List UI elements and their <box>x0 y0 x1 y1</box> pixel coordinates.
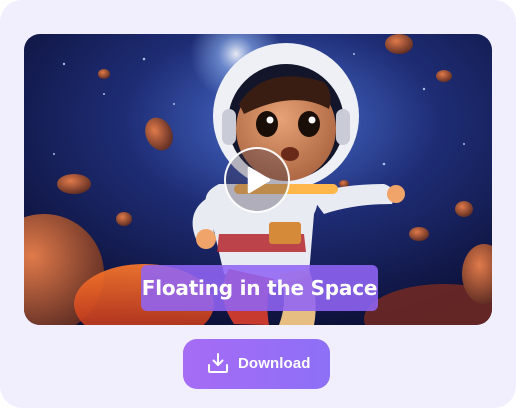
download-button[interactable]: Download <box>183 339 330 389</box>
video-player[interactable]: Floating in the Space <box>24 34 492 325</box>
download-label: Download <box>238 355 311 372</box>
play-icon <box>247 166 271 194</box>
video-card: Floating in the Space Download <box>0 0 516 408</box>
video-caption: Floating in the Space <box>141 265 378 311</box>
play-button[interactable] <box>224 147 290 213</box>
download-icon <box>208 353 228 373</box>
